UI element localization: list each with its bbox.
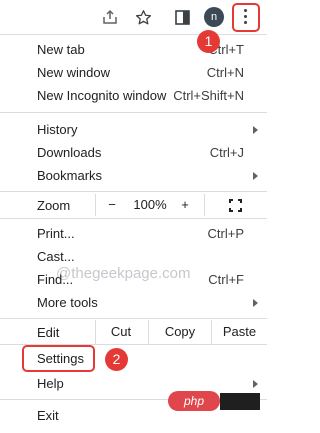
submenu-arrow-icon [253, 380, 258, 388]
zoom-in-button[interactable]: + [177, 194, 193, 216]
star-icon[interactable] [133, 7, 153, 27]
menu-item-label: More tools [37, 295, 98, 310]
submenu-arrow-icon [253, 172, 258, 180]
menu-item-bookmarks[interactable]: Bookmarks [0, 164, 267, 187]
menu-item-new-incognito-window[interactable]: New Incognito window Ctrl+Shift+N [0, 84, 267, 107]
zoom-divider [204, 194, 205, 216]
menu-item-label: Find... [37, 272, 74, 287]
menu-row-zoom: Zoom − 100% + [0, 194, 267, 216]
menu-item-find[interactable]: Find... Ctrl+F [0, 268, 267, 291]
submenu-arrow-icon [253, 299, 258, 307]
step-badge-2: 2 [105, 348, 128, 371]
menu-item-new-window[interactable]: New window Ctrl+N [0, 61, 267, 84]
side-panel-icon[interactable] [172, 7, 192, 27]
menu-item-label: Help [37, 376, 64, 391]
browser-toolbar: n [0, 0, 267, 34]
menu-item-label: Downloads [37, 145, 102, 160]
settings-highlight [22, 345, 95, 372]
more-menu-icon[interactable] [244, 9, 248, 25]
menu-item-history[interactable]: History [0, 118, 267, 141]
zoom-level: 100% [133, 197, 167, 212]
menu-item-label: Bookmarks [37, 168, 103, 183]
menu-separator [0, 218, 267, 219]
paste-button[interactable]: Paste [212, 320, 267, 344]
fullscreen-icon[interactable] [229, 199, 242, 212]
menu-row-edit: Edit Cut Copy Paste [0, 320, 267, 344]
zoom-divider [95, 194, 96, 216]
zoom-out-button[interactable]: − [104, 194, 120, 216]
menu-separator [0, 191, 267, 192]
menu-item-label: Edit [37, 325, 60, 340]
menu-item-label: New tab [37, 42, 85, 57]
menu-separator [0, 112, 267, 113]
menu-item-label: History [37, 122, 78, 137]
menu-item-shortcut: Ctrl+J [209, 145, 244, 160]
menu-item-print[interactable]: Print... Ctrl+P [0, 222, 267, 245]
copy-button[interactable]: Copy [149, 320, 211, 344]
cut-button[interactable]: Cut [96, 320, 146, 344]
profile-avatar[interactable]: n [204, 7, 224, 27]
share-icon[interactable] [100, 7, 120, 27]
menu-item-downloads[interactable]: Downloads Ctrl+J [0, 141, 267, 164]
menu-item-more-tools[interactable]: More tools [0, 291, 267, 314]
dark-bar [220, 393, 260, 410]
menu-item-label: Exit [37, 408, 59, 423]
menu-item-shortcut: Ctrl+P [207, 226, 244, 241]
menu-item-help[interactable]: Help [0, 372, 267, 395]
php-logo: php [168, 391, 220, 411]
menu-item-shortcut: Ctrl+F [208, 272, 244, 287]
step-badge-1: 1 [197, 30, 220, 53]
menu-item-label: Print... [37, 226, 75, 241]
menu-item-new-tab[interactable]: New tab Ctrl+T [0, 38, 267, 61]
menu-item-label: Cast... [37, 249, 75, 264]
menu-item-label: Zoom [37, 198, 71, 213]
menu-item-label: New window [37, 65, 110, 80]
menu-separator [0, 318, 267, 319]
submenu-arrow-icon [253, 126, 258, 134]
menu-item-shortcut: Ctrl+N [206, 65, 244, 80]
menu-item-shortcut: Ctrl+Shift+N [173, 88, 244, 103]
menu-item-label: New Incognito window [37, 88, 167, 103]
